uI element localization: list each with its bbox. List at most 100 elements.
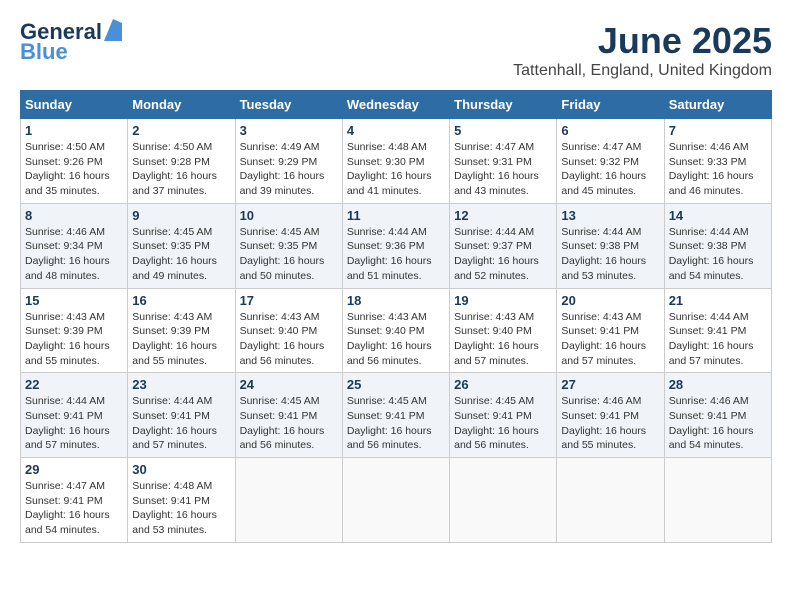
logo: General Blue bbox=[20, 20, 122, 64]
day-info: Sunrise: 4:45 AMSunset: 9:41 PMDaylight:… bbox=[240, 395, 325, 451]
day-number: 15 bbox=[25, 293, 123, 308]
table-row: 18 Sunrise: 4:43 AMSunset: 9:40 PMDaylig… bbox=[342, 288, 449, 373]
table-row: 4 Sunrise: 4:48 AMSunset: 9:30 PMDayligh… bbox=[342, 119, 449, 204]
col-sunday: Sunday bbox=[21, 91, 128, 119]
calendar-week-row: 29 Sunrise: 4:47 AMSunset: 9:41 PMDaylig… bbox=[21, 458, 772, 543]
day-info: Sunrise: 4:47 AMSunset: 9:41 PMDaylight:… bbox=[25, 480, 110, 536]
day-number: 28 bbox=[669, 377, 767, 392]
day-info: Sunrise: 4:45 AMSunset: 9:41 PMDaylight:… bbox=[454, 395, 539, 451]
day-info: Sunrise: 4:48 AMSunset: 9:30 PMDaylight:… bbox=[347, 141, 432, 197]
day-number: 26 bbox=[454, 377, 552, 392]
table-row: 22 Sunrise: 4:44 AMSunset: 9:41 PMDaylig… bbox=[21, 373, 128, 458]
day-info: Sunrise: 4:44 AMSunset: 9:38 PMDaylight:… bbox=[669, 226, 754, 282]
main-title: June 2025 bbox=[513, 20, 772, 62]
day-info: Sunrise: 4:47 AMSunset: 9:32 PMDaylight:… bbox=[561, 141, 646, 197]
day-number: 22 bbox=[25, 377, 123, 392]
day-info: Sunrise: 4:43 AMSunset: 9:40 PMDaylight:… bbox=[347, 311, 432, 367]
day-info: Sunrise: 4:43 AMSunset: 9:40 PMDaylight:… bbox=[240, 311, 325, 367]
table-row: 3 Sunrise: 4:49 AMSunset: 9:29 PMDayligh… bbox=[235, 119, 342, 204]
table-row: 8 Sunrise: 4:46 AMSunset: 9:34 PMDayligh… bbox=[21, 203, 128, 288]
day-info: Sunrise: 4:44 AMSunset: 9:38 PMDaylight:… bbox=[561, 226, 646, 282]
table-row bbox=[342, 458, 449, 543]
col-thursday: Thursday bbox=[450, 91, 557, 119]
table-row bbox=[235, 458, 342, 543]
day-info: Sunrise: 4:45 AMSunset: 9:41 PMDaylight:… bbox=[347, 395, 432, 451]
table-row: 6 Sunrise: 4:47 AMSunset: 9:32 PMDayligh… bbox=[557, 119, 664, 204]
table-row: 16 Sunrise: 4:43 AMSunset: 9:39 PMDaylig… bbox=[128, 288, 235, 373]
day-info: Sunrise: 4:44 AMSunset: 9:37 PMDaylight:… bbox=[454, 226, 539, 282]
table-row: 20 Sunrise: 4:43 AMSunset: 9:41 PMDaylig… bbox=[557, 288, 664, 373]
day-number: 7 bbox=[669, 123, 767, 138]
table-row: 19 Sunrise: 4:43 AMSunset: 9:40 PMDaylig… bbox=[450, 288, 557, 373]
table-row: 13 Sunrise: 4:44 AMSunset: 9:38 PMDaylig… bbox=[557, 203, 664, 288]
day-number: 10 bbox=[240, 208, 338, 223]
table-row: 24 Sunrise: 4:45 AMSunset: 9:41 PMDaylig… bbox=[235, 373, 342, 458]
table-row: 11 Sunrise: 4:44 AMSunset: 9:36 PMDaylig… bbox=[342, 203, 449, 288]
day-info: Sunrise: 4:46 AMSunset: 9:34 PMDaylight:… bbox=[25, 226, 110, 282]
table-row: 5 Sunrise: 4:47 AMSunset: 9:31 PMDayligh… bbox=[450, 119, 557, 204]
page-header: General Blue June 2025 Tattenhall, Engla… bbox=[20, 20, 772, 80]
day-number: 8 bbox=[25, 208, 123, 223]
calendar-week-row: 1 Sunrise: 4:50 AMSunset: 9:26 PMDayligh… bbox=[21, 119, 772, 204]
day-number: 2 bbox=[132, 123, 230, 138]
day-number: 19 bbox=[454, 293, 552, 308]
table-row: 30 Sunrise: 4:48 AMSunset: 9:41 PMDaylig… bbox=[128, 458, 235, 543]
col-monday: Monday bbox=[128, 91, 235, 119]
day-info: Sunrise: 4:50 AMSunset: 9:28 PMDaylight:… bbox=[132, 141, 217, 197]
table-row: 9 Sunrise: 4:45 AMSunset: 9:35 PMDayligh… bbox=[128, 203, 235, 288]
col-saturday: Saturday bbox=[664, 91, 771, 119]
table-row: 27 Sunrise: 4:46 AMSunset: 9:41 PMDaylig… bbox=[557, 373, 664, 458]
calendar-week-row: 8 Sunrise: 4:46 AMSunset: 9:34 PMDayligh… bbox=[21, 203, 772, 288]
day-number: 1 bbox=[25, 123, 123, 138]
col-tuesday: Tuesday bbox=[235, 91, 342, 119]
day-info: Sunrise: 4:44 AMSunset: 9:41 PMDaylight:… bbox=[669, 311, 754, 367]
day-info: Sunrise: 4:43 AMSunset: 9:39 PMDaylight:… bbox=[132, 311, 217, 367]
logo-icon bbox=[104, 19, 122, 41]
day-number: 5 bbox=[454, 123, 552, 138]
day-number: 21 bbox=[669, 293, 767, 308]
table-row: 25 Sunrise: 4:45 AMSunset: 9:41 PMDaylig… bbox=[342, 373, 449, 458]
subtitle: Tattenhall, England, United Kingdom bbox=[513, 62, 772, 80]
col-wednesday: Wednesday bbox=[342, 91, 449, 119]
day-number: 29 bbox=[25, 462, 123, 477]
table-row bbox=[450, 458, 557, 543]
day-number: 9 bbox=[132, 208, 230, 223]
day-number: 14 bbox=[669, 208, 767, 223]
table-row: 2 Sunrise: 4:50 AMSunset: 9:28 PMDayligh… bbox=[128, 119, 235, 204]
table-row: 15 Sunrise: 4:43 AMSunset: 9:39 PMDaylig… bbox=[21, 288, 128, 373]
day-number: 11 bbox=[347, 208, 445, 223]
day-info: Sunrise: 4:45 AMSunset: 9:35 PMDaylight:… bbox=[132, 226, 217, 282]
day-info: Sunrise: 4:49 AMSunset: 9:29 PMDaylight:… bbox=[240, 141, 325, 197]
table-row: 29 Sunrise: 4:47 AMSunset: 9:41 PMDaylig… bbox=[21, 458, 128, 543]
calendar-week-row: 15 Sunrise: 4:43 AMSunset: 9:39 PMDaylig… bbox=[21, 288, 772, 373]
day-info: Sunrise: 4:48 AMSunset: 9:41 PMDaylight:… bbox=[132, 480, 217, 536]
day-info: Sunrise: 4:50 AMSunset: 9:26 PMDaylight:… bbox=[25, 141, 110, 197]
table-row: 14 Sunrise: 4:44 AMSunset: 9:38 PMDaylig… bbox=[664, 203, 771, 288]
day-info: Sunrise: 4:45 AMSunset: 9:35 PMDaylight:… bbox=[240, 226, 325, 282]
logo-text-blue: Blue bbox=[20, 40, 122, 64]
day-info: Sunrise: 4:43 AMSunset: 9:41 PMDaylight:… bbox=[561, 311, 646, 367]
day-number: 12 bbox=[454, 208, 552, 223]
table-row: 1 Sunrise: 4:50 AMSunset: 9:26 PMDayligh… bbox=[21, 119, 128, 204]
table-row: 7 Sunrise: 4:46 AMSunset: 9:33 PMDayligh… bbox=[664, 119, 771, 204]
day-number: 23 bbox=[132, 377, 230, 392]
title-block: June 2025 Tattenhall, England, United Ki… bbox=[513, 20, 772, 80]
day-number: 4 bbox=[347, 123, 445, 138]
table-row bbox=[557, 458, 664, 543]
table-row: 12 Sunrise: 4:44 AMSunset: 9:37 PMDaylig… bbox=[450, 203, 557, 288]
day-number: 18 bbox=[347, 293, 445, 308]
day-number: 16 bbox=[132, 293, 230, 308]
day-number: 6 bbox=[561, 123, 659, 138]
day-info: Sunrise: 4:44 AMSunset: 9:41 PMDaylight:… bbox=[25, 395, 110, 451]
table-row: 21 Sunrise: 4:44 AMSunset: 9:41 PMDaylig… bbox=[664, 288, 771, 373]
table-row: 28 Sunrise: 4:46 AMSunset: 9:41 PMDaylig… bbox=[664, 373, 771, 458]
day-info: Sunrise: 4:43 AMSunset: 9:40 PMDaylight:… bbox=[454, 311, 539, 367]
calendar-header-row: Sunday Monday Tuesday Wednesday Thursday… bbox=[21, 91, 772, 119]
day-info: Sunrise: 4:47 AMSunset: 9:31 PMDaylight:… bbox=[454, 141, 539, 197]
day-info: Sunrise: 4:44 AMSunset: 9:36 PMDaylight:… bbox=[347, 226, 432, 282]
day-number: 13 bbox=[561, 208, 659, 223]
day-number: 17 bbox=[240, 293, 338, 308]
day-info: Sunrise: 4:44 AMSunset: 9:41 PMDaylight:… bbox=[132, 395, 217, 451]
day-info: Sunrise: 4:46 AMSunset: 9:33 PMDaylight:… bbox=[669, 141, 754, 197]
day-info: Sunrise: 4:46 AMSunset: 9:41 PMDaylight:… bbox=[669, 395, 754, 451]
